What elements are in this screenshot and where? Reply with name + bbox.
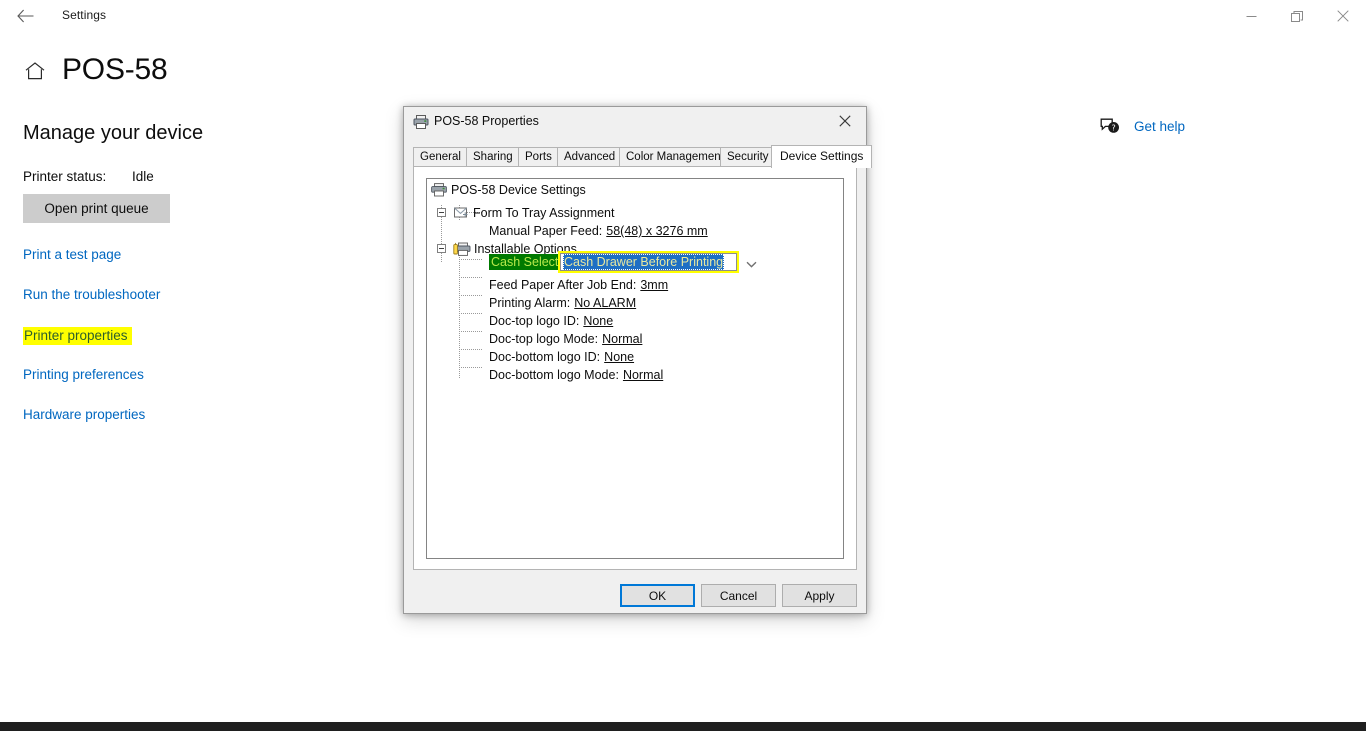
expander-form-to-tray[interactable] bbox=[437, 208, 446, 217]
tree-connector bbox=[459, 251, 460, 379]
dialog-titlebar: POS-58 Properties bbox=[404, 107, 866, 136]
link-print-a-test-page[interactable]: Print a test page bbox=[23, 247, 121, 262]
option-label: Doc-top logo Mode: bbox=[489, 332, 599, 346]
option-value: None bbox=[583, 314, 614, 328]
tree-group-form-label: Form To Tray Assignment bbox=[473, 206, 615, 220]
get-help-group[interactable]: ? Get help bbox=[1100, 116, 1185, 136]
tree-row-manual-paper-feed[interactable]: Manual Paper Feed: 58(48) x 3276 mm bbox=[489, 222, 708, 240]
settings-titlebar: Settings bbox=[0, 0, 1366, 32]
link-hardware-properties[interactable]: Hardware properties bbox=[23, 407, 145, 422]
bottom-bar bbox=[0, 722, 1366, 731]
printer-status-value: Idle bbox=[132, 169, 154, 184]
apply-button[interactable]: Apply bbox=[782, 584, 857, 607]
tree-row-form-to-tray[interactable]: Form To Tray Assignment bbox=[453, 204, 615, 222]
option-value: 3mm bbox=[640, 278, 669, 292]
tab-advanced[interactable]: Advanced bbox=[557, 147, 623, 166]
home-icon bbox=[25, 62, 45, 80]
minimize-button[interactable] bbox=[1228, 0, 1274, 32]
device-settings-panel: POS-58 Device Settings Form To Tray Assi… bbox=[413, 166, 857, 570]
link-printer-properties[interactable]: Printer properties bbox=[23, 327, 132, 345]
printer-status-row: Printer status: Idle bbox=[23, 169, 154, 184]
home-button[interactable] bbox=[23, 59, 47, 83]
chevron-down-icon[interactable] bbox=[743, 257, 759, 271]
printer-icon bbox=[413, 115, 429, 129]
section-heading: Manage your device bbox=[23, 122, 204, 144]
tab-ports[interactable]: Ports bbox=[518, 147, 559, 166]
get-help-label[interactable]: Get help bbox=[1134, 119, 1185, 134]
link-printing-preferences[interactable]: Printing preferences bbox=[23, 367, 144, 382]
option-label: Printing Alarm: bbox=[489, 296, 571, 310]
option-label: Doc-bottom logo Mode: bbox=[489, 368, 619, 382]
tree-row-option[interactable]: Doc-top logo ID: None bbox=[489, 312, 613, 330]
device-settings-tree[interactable]: POS-58 Device Settings Form To Tray Assi… bbox=[426, 178, 844, 559]
cash-select-label: Cash Select: bbox=[489, 254, 564, 270]
tab-device-settings[interactable]: Device Settings bbox=[771, 145, 873, 168]
open-print-queue-button[interactable]: Open print queue bbox=[23, 194, 170, 223]
tree-connector bbox=[459, 313, 483, 314]
tree-row-option[interactable]: Printing Alarm: No ALARM bbox=[489, 294, 636, 312]
printer-status-label: Printer status: bbox=[23, 169, 107, 184]
close-button[interactable] bbox=[1320, 0, 1366, 32]
restore-icon bbox=[1290, 10, 1303, 22]
svg-text:?: ? bbox=[1111, 123, 1115, 132]
option-value: Normal bbox=[602, 332, 643, 346]
tree-connector bbox=[459, 367, 483, 368]
tree-row-option[interactable]: Doc-bottom logo ID: None bbox=[489, 348, 634, 366]
tree-connector bbox=[459, 295, 483, 296]
printer-icon bbox=[431, 183, 447, 197]
cancel-button[interactable]: Cancel bbox=[701, 584, 776, 607]
installable-options-icon bbox=[453, 242, 471, 256]
tab-color-management[interactable]: Color Management bbox=[619, 147, 731, 166]
option-label: Doc-bottom logo ID: bbox=[489, 350, 601, 364]
ok-button[interactable]: OK bbox=[620, 584, 695, 607]
manual-paper-feed-label: Manual Paper Feed: bbox=[489, 224, 603, 238]
option-value: None bbox=[604, 350, 635, 364]
close-icon bbox=[1337, 10, 1349, 22]
link-run-the-troubleshooter[interactable]: Run the troubleshooter bbox=[23, 287, 160, 302]
printer-properties-dialog: POS-58 Properties General Sharing Ports … bbox=[403, 106, 873, 614]
maximize-restore-button[interactable] bbox=[1274, 0, 1320, 32]
option-value: Normal bbox=[622, 368, 664, 382]
tree-root-label: POS-58 Device Settings bbox=[451, 183, 586, 197]
option-value: No ALARM bbox=[574, 296, 637, 310]
cash-select-combobox[interactable]: Cash Drawer Before Printing bbox=[558, 251, 756, 273]
option-label: Doc-top logo ID: bbox=[489, 314, 580, 328]
tree-connector bbox=[459, 331, 483, 332]
tree-row-root[interactable]: POS-58 Device Settings bbox=[431, 181, 586, 199]
tab-sharing[interactable]: Sharing bbox=[466, 147, 520, 166]
manual-paper-feed-value: 58(48) x 3276 mm bbox=[606, 224, 708, 238]
dialog-title: POS-58 Properties bbox=[434, 114, 539, 128]
settings-window: Settings POS-58 Manage your device Print… bbox=[0, 0, 1366, 722]
tree-row-option[interactable]: Doc-top logo Mode: Normal bbox=[489, 330, 642, 348]
option-label: Feed Paper After Job End: bbox=[489, 278, 637, 292]
page-title: POS-58 bbox=[62, 53, 168, 86]
expander-installable-options[interactable] bbox=[437, 244, 446, 253]
back-button[interactable] bbox=[8, 3, 42, 29]
tree-connector bbox=[459, 349, 483, 350]
dialog-close-button[interactable] bbox=[824, 107, 866, 135]
tree-connector bbox=[459, 277, 483, 278]
tab-general[interactable]: General bbox=[413, 147, 468, 166]
minimize-icon bbox=[1246, 15, 1256, 17]
back-arrow-icon bbox=[16, 9, 33, 23]
dialog-tabstrip: General Sharing Ports Advanced Color Man… bbox=[413, 145, 873, 168]
app-title: Settings bbox=[62, 8, 107, 22]
tree-row-option[interactable]: Feed Paper After Job End: 3mm bbox=[489, 276, 668, 294]
form-tray-icon bbox=[454, 207, 468, 218]
cash-select-value: Cash Drawer Before Printing bbox=[563, 254, 725, 270]
tree-row-option[interactable]: Doc-bottom logo Mode: Normal bbox=[489, 366, 663, 384]
tree-connector bbox=[459, 259, 483, 260]
close-icon bbox=[839, 115, 851, 127]
question-bubble-icon: ? bbox=[1100, 118, 1119, 133]
tab-security[interactable]: Security bbox=[720, 147, 776, 166]
